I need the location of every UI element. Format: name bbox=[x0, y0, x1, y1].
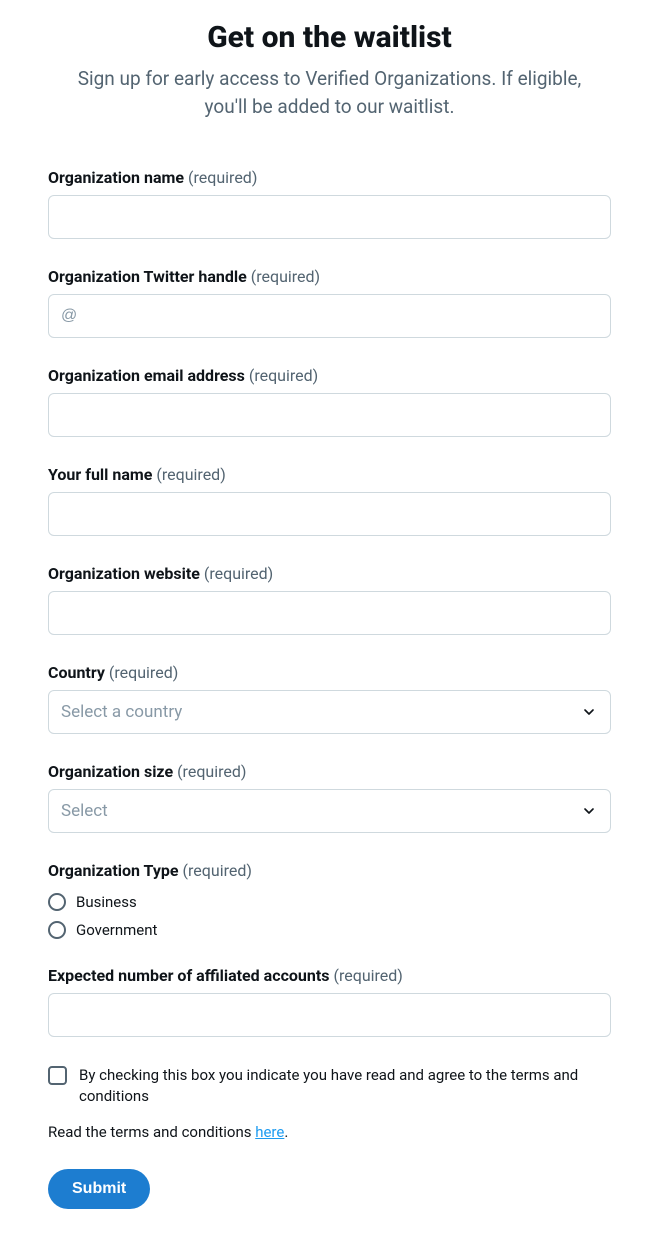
label-text: Your full name bbox=[48, 465, 152, 484]
country-placeholder: Select a country bbox=[61, 702, 182, 722]
label-text: Organization size bbox=[48, 762, 173, 781]
full-name-label: Your full name (required) bbox=[48, 465, 611, 484]
label-text: Expected number of affiliated accounts bbox=[48, 966, 330, 985]
org-name-input[interactable] bbox=[48, 195, 611, 239]
label-text: Country bbox=[48, 663, 105, 682]
label-text: Organization Twitter handle bbox=[48, 267, 247, 286]
terms-link[interactable]: here bbox=[255, 1123, 284, 1141]
full-name-field: Your full name (required) bbox=[48, 465, 611, 536]
page-subtitle: Sign up for early access to Verified Org… bbox=[64, 65, 595, 120]
twitter-handle-field: Organization Twitter handle (required) bbox=[48, 267, 611, 338]
required-text: (required) bbox=[333, 966, 402, 985]
required-text: (required) bbox=[188, 168, 257, 187]
required-text: (required) bbox=[156, 465, 225, 484]
org-size-field: Organization size (required) Select bbox=[48, 762, 611, 833]
org-email-label: Organization email address (required) bbox=[48, 366, 611, 385]
terms-line: Read the terms and conditions here. bbox=[48, 1123, 611, 1141]
org-size-select[interactable]: Select bbox=[48, 789, 611, 833]
label-text: Organization email address bbox=[48, 366, 245, 385]
required-text: (required) bbox=[251, 267, 320, 286]
radio-option-business[interactable]: Business bbox=[48, 888, 611, 916]
affiliated-label: Expected number of affiliated accounts (… bbox=[48, 966, 611, 985]
page-title: Get on the waitlist bbox=[48, 20, 611, 55]
terms-prefix: Read the terms and conditions bbox=[48, 1123, 255, 1141]
org-name-field: Organization name (required) bbox=[48, 168, 611, 239]
country-label: Country (required) bbox=[48, 663, 611, 682]
twitter-handle-label: Organization Twitter handle (required) bbox=[48, 267, 611, 286]
org-email-input[interactable] bbox=[48, 393, 611, 437]
consent-text: By checking this box you indicate you ha… bbox=[79, 1065, 611, 1107]
submit-button[interactable]: Submit bbox=[48, 1169, 150, 1209]
org-type-radio-group: Business Government bbox=[48, 888, 611, 944]
affiliated-field: Expected number of affiliated accounts (… bbox=[48, 966, 611, 1037]
required-text: (required) bbox=[249, 366, 318, 385]
twitter-handle-input[interactable] bbox=[48, 294, 611, 338]
org-type-field: Organization Type (required) Business Go… bbox=[48, 861, 611, 944]
consent-row: By checking this box you indicate you ha… bbox=[48, 1065, 611, 1107]
label-text: Organization name bbox=[48, 168, 184, 187]
website-field: Organization website (required) bbox=[48, 564, 611, 635]
label-text: Organization Type bbox=[48, 861, 179, 880]
radio-label: Business bbox=[76, 893, 137, 911]
radio-option-government[interactable]: Government bbox=[48, 916, 611, 944]
website-label: Organization website (required) bbox=[48, 564, 611, 583]
required-text: (required) bbox=[109, 663, 178, 682]
required-text: (required) bbox=[177, 762, 246, 781]
radio-icon bbox=[48, 921, 66, 939]
org-size-label: Organization size (required) bbox=[48, 762, 611, 781]
required-text: (required) bbox=[183, 861, 252, 880]
org-email-field: Organization email address (required) bbox=[48, 366, 611, 437]
radio-label: Government bbox=[76, 921, 157, 939]
org-size-placeholder: Select bbox=[61, 801, 108, 821]
country-select[interactable]: Select a country bbox=[48, 690, 611, 734]
website-input[interactable] bbox=[48, 591, 611, 635]
org-name-label: Organization name (required) bbox=[48, 168, 611, 187]
terms-suffix: . bbox=[284, 1123, 288, 1141]
country-field: Country (required) Select a country bbox=[48, 663, 611, 734]
consent-checkbox[interactable] bbox=[48, 1066, 67, 1085]
full-name-input[interactable] bbox=[48, 492, 611, 536]
org-type-label: Organization Type (required) bbox=[48, 861, 611, 880]
label-text: Organization website bbox=[48, 564, 200, 583]
affiliated-input[interactable] bbox=[48, 993, 611, 1037]
radio-icon bbox=[48, 893, 66, 911]
required-text: (required) bbox=[204, 564, 273, 583]
